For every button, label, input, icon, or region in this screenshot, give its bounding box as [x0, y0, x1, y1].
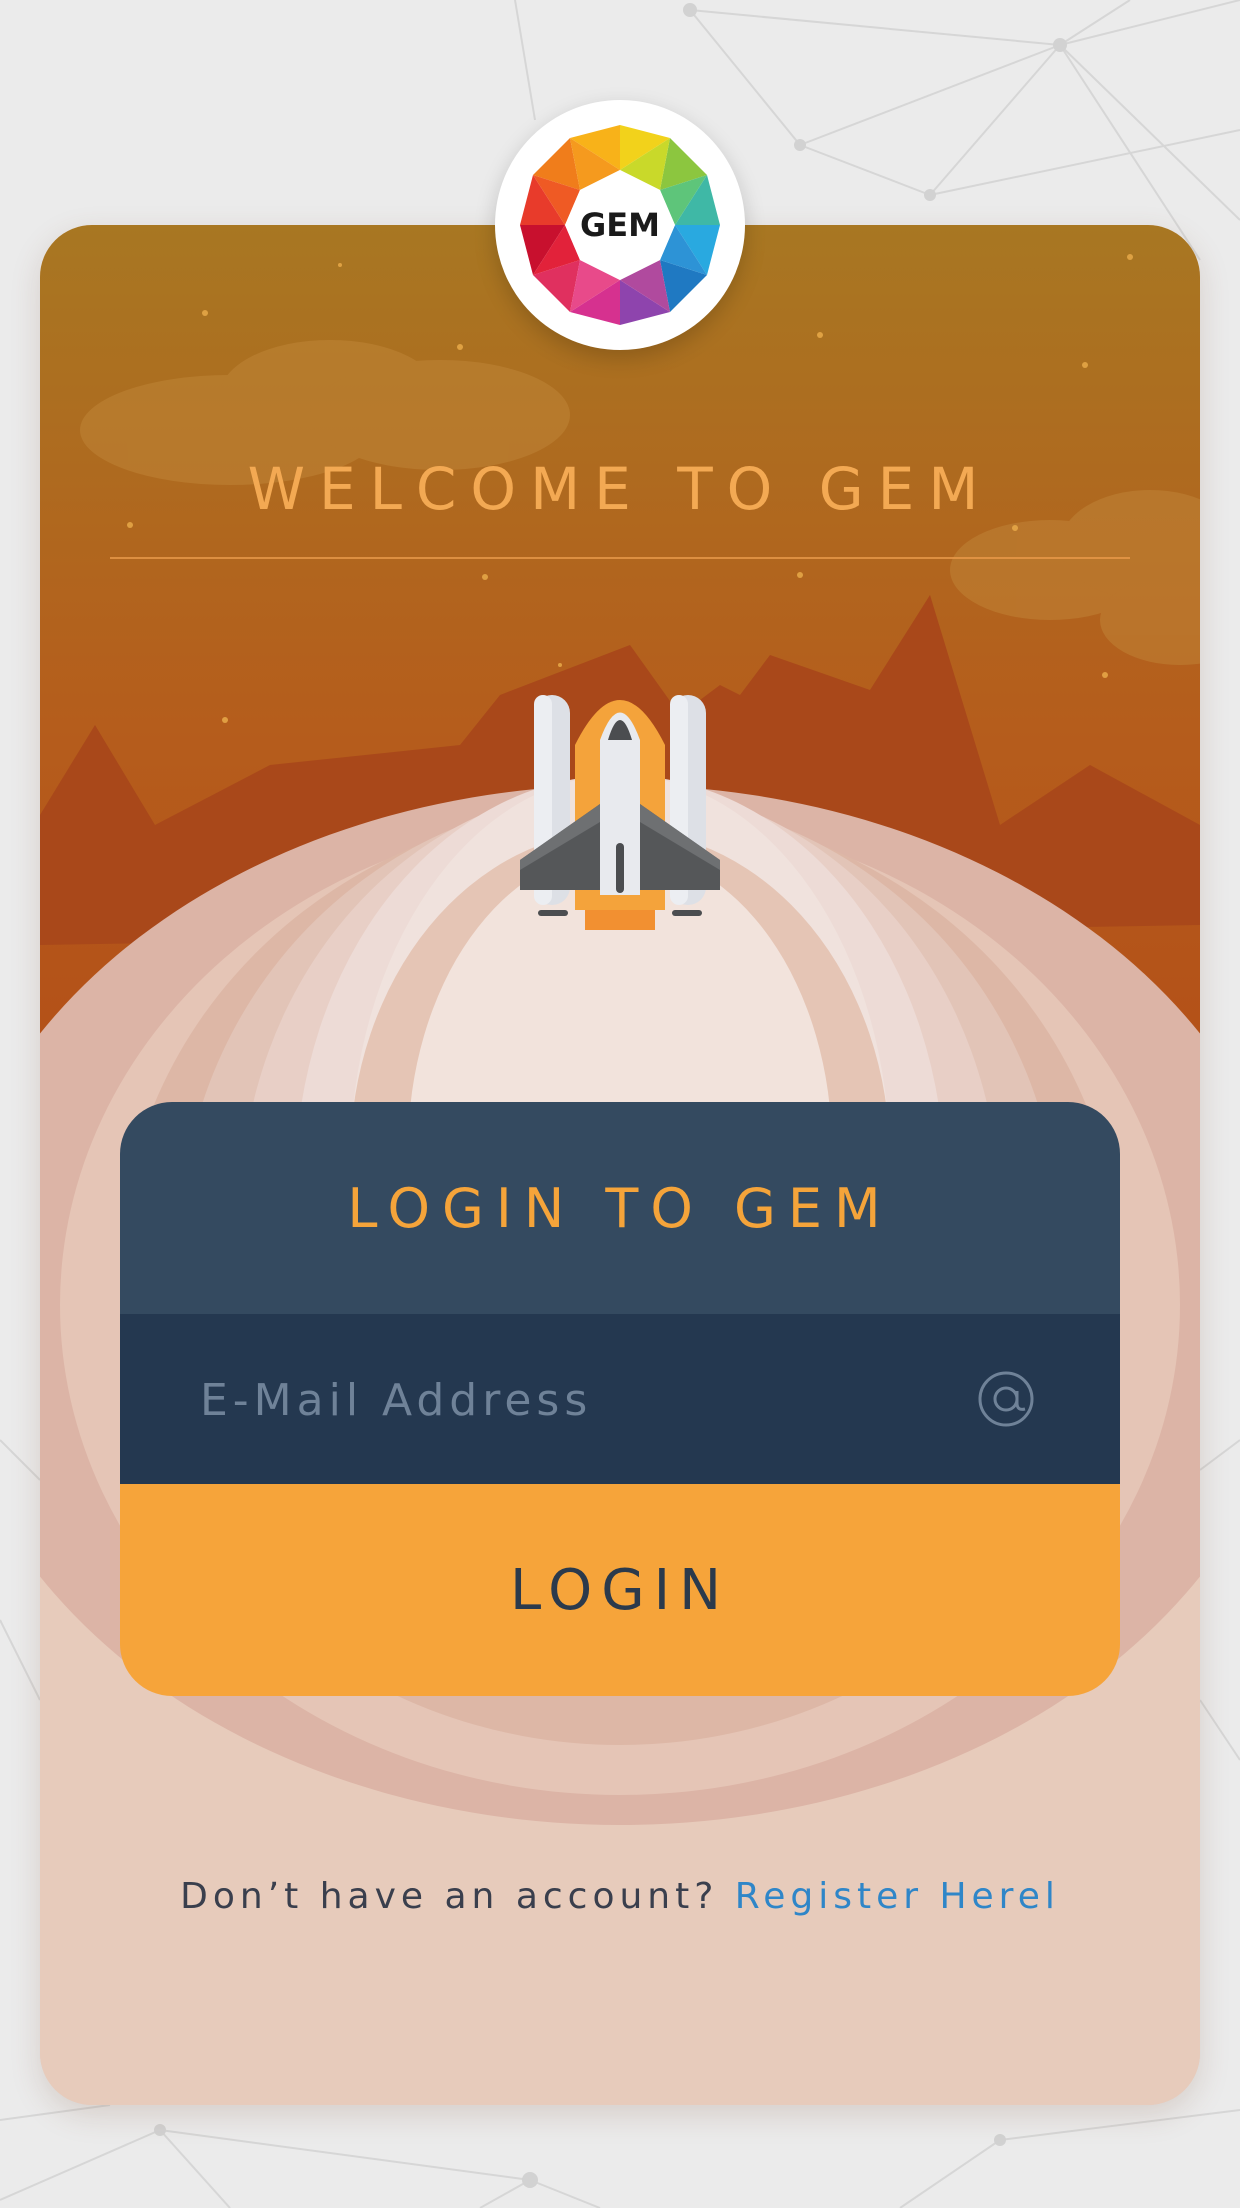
- gem-logo-text: GEM: [580, 206, 660, 244]
- welcome-title: WELCOME TO GEM: [247, 455, 993, 523]
- rocket-illustration: [520, 695, 720, 930]
- login-form-panel: LOGIN TO GEM LOGIN: [120, 1102, 1120, 1696]
- gem-logo-icon: GEM: [520, 125, 720, 325]
- register-prompt-text: Don’t have an account?: [180, 1876, 719, 1917]
- email-input[interactable]: [198, 1354, 962, 1446]
- register-link[interactable]: Register Herel: [735, 1876, 1060, 1917]
- welcome-divider: [110, 557, 1130, 559]
- login-title: LOGIN TO GEM: [347, 1176, 893, 1240]
- register-prompt: Don’t have an account? Register Herel: [40, 1876, 1200, 1917]
- login-header: LOGIN TO GEM: [120, 1102, 1120, 1314]
- gem-logo: GEM: [495, 100, 745, 350]
- email-field-row: [120, 1314, 1120, 1484]
- login-button[interactable]: LOGIN: [120, 1484, 1120, 1696]
- at-sign-icon: [978, 1371, 1034, 1427]
- login-card: WELCOME TO GEM LOGIN TO GEM E-Mail Addre…: [40, 225, 1200, 2105]
